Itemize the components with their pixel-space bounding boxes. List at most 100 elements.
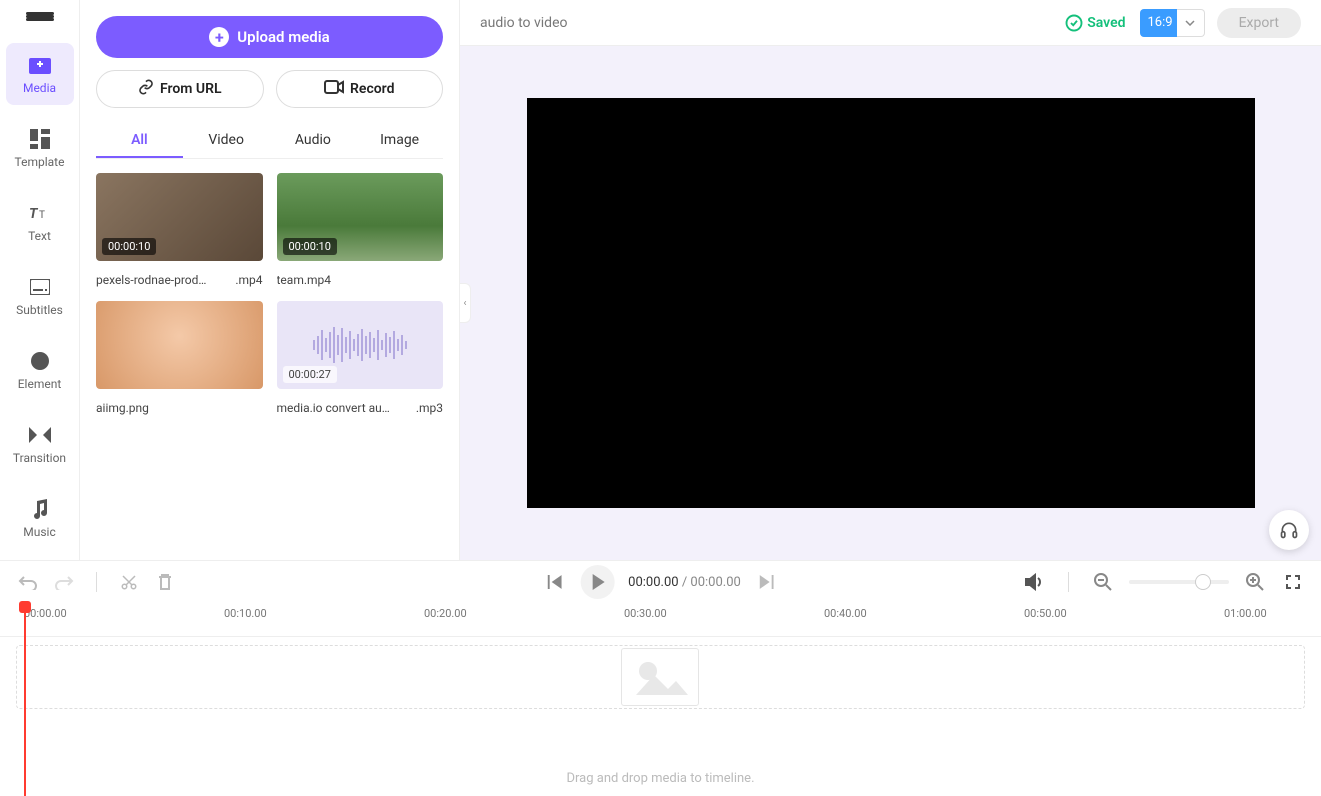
playback-controls: 00:00.00 / 00:00.00	[542, 565, 779, 599]
media-panel: + Upload media From URL Record	[80, 0, 460, 560]
play-button[interactable]	[580, 565, 614, 599]
sidebar-item-text[interactable]: TT Text	[6, 191, 74, 253]
timeline-controls: 00:00.00 / 00:00.00	[0, 561, 1321, 603]
tab-video[interactable]: Video	[183, 124, 270, 158]
redo-button[interactable]	[52, 570, 76, 594]
ruler-mark: 00:10.00	[224, 607, 267, 620]
aspect-ratio-select[interactable]: 16:9	[1140, 9, 1177, 37]
zoom-slider[interactable]	[1129, 580, 1229, 584]
ruler-mark: 00:50.00	[1024, 607, 1067, 620]
timeline-ruler[interactable]: 00:00.00 00:10.00 00:20.00 00:30.00 00:4…	[0, 603, 1321, 637]
media-tabs: All Video Audio Image	[96, 124, 443, 159]
from-url-label: From URL	[160, 81, 222, 97]
media-name: pexels-rodnae-prod…	[96, 273, 206, 287]
menu-icon[interactable]	[26, 12, 54, 21]
sidebar-item-element[interactable]: Element	[6, 339, 74, 401]
ruler-mark: 00:30.00	[624, 607, 667, 620]
prev-frame-button[interactable]	[542, 570, 566, 594]
svg-text:T: T	[29, 206, 39, 221]
video-canvas[interactable]	[527, 98, 1255, 508]
chevron-down-icon	[1185, 20, 1195, 26]
media-thumbnail: 00:00:10	[277, 173, 444, 261]
transition-icon	[28, 423, 52, 447]
plus-circle-icon: +	[209, 27, 229, 47]
tab-audio[interactable]: Audio	[270, 124, 357, 158]
music-icon	[28, 497, 52, 521]
media-item[interactable]: 00:00:10 pexels-rodnae-prod… .mp4	[96, 173, 263, 287]
sidebar-item-media[interactable]: Media	[6, 43, 74, 105]
media-name: media.io convert au…	[277, 401, 390, 415]
aspect-ratio-dropdown[interactable]	[1177, 9, 1205, 37]
sidebar-label: Template	[15, 155, 65, 169]
waveform-icon	[313, 325, 407, 365]
timecode: 00:00.00 / 00:00.00	[628, 575, 741, 590]
sidebar-item-template[interactable]: Template	[6, 117, 74, 179]
topbar: audio to video Saved 16:9 Export	[460, 0, 1321, 46]
text-icon: TT	[28, 201, 52, 225]
zoom-handle[interactable]	[1195, 574, 1211, 590]
sidebar-label: Subtitles	[16, 303, 63, 317]
volume-button[interactable]	[1022, 570, 1046, 594]
next-frame-button[interactable]	[755, 570, 779, 594]
link-icon	[138, 79, 154, 99]
media-thumbnail: 00:00:27	[277, 301, 444, 389]
tab-all[interactable]: All	[96, 124, 183, 158]
upload-label: Upload media	[237, 28, 329, 46]
sidebar-label: Music	[23, 525, 55, 539]
canvas-wrap: ‹	[460, 46, 1321, 560]
timeline-area: 00:00.00 / 00:00.00 00:00.00 00:10.00 00…	[0, 560, 1321, 792]
undo-button[interactable]	[16, 570, 40, 594]
support-button[interactable]	[1269, 510, 1309, 550]
duration-badge: 00:00:27	[283, 366, 337, 383]
sidebar-item-subtitles[interactable]: Subtitles	[6, 265, 74, 327]
subtitles-icon	[28, 275, 52, 299]
media-item[interactable]: 00:00:27 media.io convert au… .mp3	[277, 301, 444, 415]
timeline-tracks[interactable]: Drag and drop media to timeline.	[0, 637, 1321, 792]
fit-button[interactable]	[1281, 570, 1305, 594]
media-thumbnail	[96, 301, 263, 389]
from-url-button[interactable]: From URL	[96, 70, 264, 108]
drop-placeholder-icon	[621, 648, 699, 706]
sidebar-label: Text	[28, 229, 51, 243]
preview-area: audio to video Saved 16:9 Export ‹	[460, 0, 1321, 560]
template-icon	[28, 127, 52, 151]
drop-hint: Drag and drop media to timeline.	[0, 771, 1321, 786]
track-row[interactable]	[16, 645, 1305, 709]
upload-media-button[interactable]: + Upload media	[96, 16, 443, 58]
delete-button[interactable]	[153, 570, 177, 594]
camera-icon	[324, 80, 344, 98]
sidebar-label: Element	[18, 377, 62, 391]
ruler-mark: 00:40.00	[824, 607, 867, 620]
export-button[interactable]: Export	[1217, 8, 1301, 38]
tab-image[interactable]: Image	[356, 124, 443, 158]
cut-button[interactable]	[117, 570, 141, 594]
sidebar-item-transition[interactable]: Transition	[6, 413, 74, 475]
ruler-mark: 00:20.00	[424, 607, 467, 620]
left-sidebar: Media Template TT Text Subtitles	[0, 0, 80, 560]
sidebar-label: Media	[23, 81, 56, 95]
zoom-out-button[interactable]	[1091, 570, 1115, 594]
svg-text:T: T	[39, 210, 45, 221]
record-button[interactable]: Record	[276, 70, 444, 108]
element-icon	[28, 349, 52, 373]
check-circle-icon	[1065, 14, 1083, 32]
folder-plus-icon	[28, 53, 52, 77]
media-thumbnail: 00:00:10	[96, 173, 263, 261]
media-item[interactable]: aiimg.png	[96, 301, 263, 415]
duration-badge: 00:00:10	[283, 238, 337, 255]
media-name: team.mp4	[277, 273, 332, 287]
sidebar-item-music[interactable]: Music	[6, 487, 74, 549]
record-label: Record	[350, 81, 394, 97]
media-ext: .mp3	[416, 401, 443, 415]
collapse-panel-handle[interactable]: ‹	[459, 283, 471, 323]
zoom-in-button[interactable]	[1243, 570, 1267, 594]
sidebar-label: Transition	[13, 451, 66, 465]
media-ext: .mp4	[235, 273, 262, 287]
ruler-mark: 01:00.00	[1224, 607, 1267, 620]
playhead[interactable]	[24, 603, 26, 796]
project-title[interactable]: audio to video	[480, 15, 1065, 31]
media-item[interactable]: 00:00:10 team.mp4	[277, 173, 444, 287]
media-name: aiimg.png	[96, 401, 149, 415]
saved-status: Saved	[1065, 14, 1125, 32]
headphones-icon	[1279, 520, 1299, 540]
